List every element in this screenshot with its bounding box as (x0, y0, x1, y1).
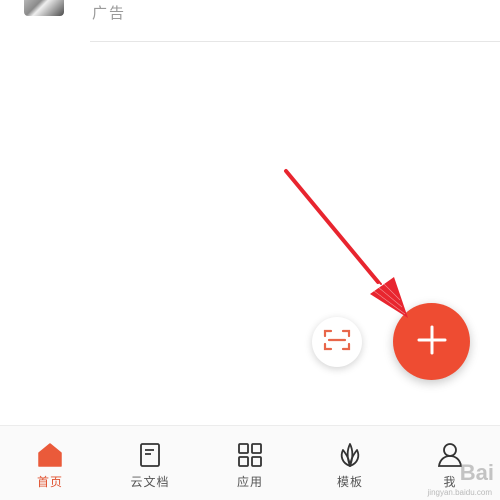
nav-item-apps[interactable]: 应用 (200, 426, 300, 500)
plus-icon (417, 325, 447, 359)
scan-icon (323, 328, 351, 356)
home-icon (35, 440, 65, 470)
scan-button[interactable] (312, 317, 362, 367)
nav-item-home[interactable]: 首页 (0, 426, 100, 500)
ad-label: 广告 (92, 4, 127, 22)
watermark-logo: Bai (459, 460, 494, 485)
nav-label-templates: 模板 (336, 475, 363, 489)
nav-label-home: 首页 (36, 475, 63, 489)
nav-item-templates[interactable]: 模板 (300, 426, 400, 500)
bottom-nav: 首页 云文档 应用 模板 我 (0, 425, 500, 500)
apps-grid-icon (235, 440, 265, 470)
document-icon (135, 440, 165, 470)
leaf-icon (335, 440, 365, 470)
add-button[interactable] (393, 303, 470, 380)
ad-thumbnail[interactable] (24, 0, 64, 16)
ad-row[interactable]: 广告 (0, 0, 500, 44)
nav-item-cloud-docs[interactable]: 云文档 (100, 426, 200, 500)
divider (90, 41, 500, 42)
nav-label-cloud-docs: 云文档 (130, 475, 170, 489)
watermark-url: jingyan.baidu.com (427, 488, 492, 497)
nav-label-apps: 应用 (236, 475, 263, 489)
